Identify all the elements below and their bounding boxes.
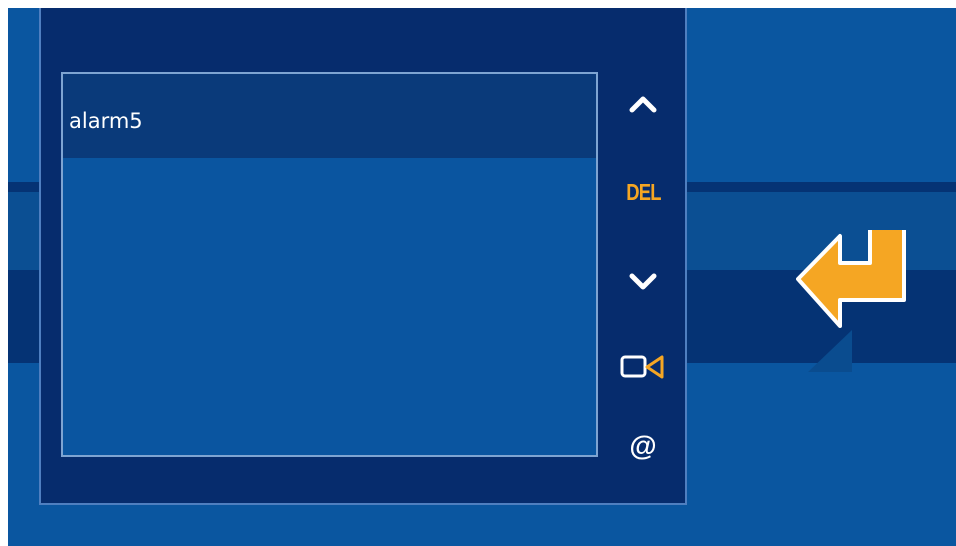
delete-button[interactable]: DEL	[615, 172, 671, 212]
delete-label: DEL	[625, 178, 661, 205]
email-button[interactable]: @	[619, 426, 667, 466]
recipient-panel: alarm5 DEL @	[39, 8, 687, 505]
enter-button[interactable]	[796, 230, 906, 340]
recipient-list[interactable]: alarm5	[61, 72, 598, 457]
chevron-down-icon	[629, 273, 657, 290]
scroll-down-button[interactable]	[619, 264, 667, 300]
list-item[interactable]: alarm5	[63, 74, 596, 158]
chevron-up-icon	[629, 96, 657, 113]
video-camera-icon	[620, 355, 664, 379]
video-button[interactable]	[619, 349, 667, 385]
email-label: @	[629, 430, 657, 461]
enter-arrow-icon	[796, 230, 906, 328]
main-screen: alarm5 DEL @	[8, 8, 956, 546]
scroll-up-button[interactable]	[619, 86, 667, 122]
